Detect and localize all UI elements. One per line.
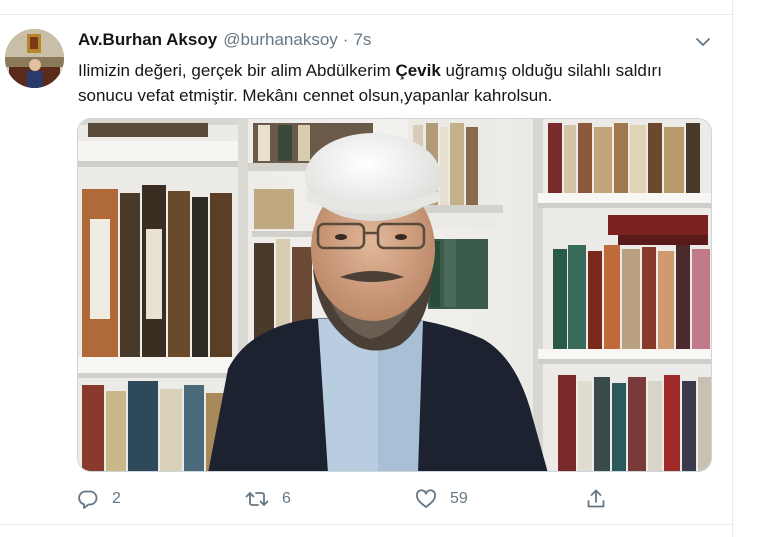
- reply-button[interactable]: 2: [76, 486, 121, 512]
- user-handle[interactable]: @burhanaksoy: [223, 30, 338, 50]
- share-button[interactable]: [584, 486, 608, 512]
- share-icon: [584, 487, 608, 511]
- like-count: 59: [450, 490, 468, 507]
- avatar[interactable]: [5, 29, 64, 88]
- chevron-down-icon[interactable]: [693, 32, 713, 52]
- tweet-card[interactable]: Av.Burhan Aksoy @burhanaksoy · 7s Ilimiz…: [0, 0, 733, 537]
- top-divider: [0, 14, 732, 15]
- tweet-text-bold: Çevik: [395, 61, 441, 80]
- tweet-timestamp[interactable]: 7s: [353, 30, 371, 50]
- heart-icon: [414, 487, 438, 511]
- retweet-icon: [244, 487, 270, 511]
- bottom-divider: [0, 524, 732, 525]
- display-name[interactable]: Av.Burhan Aksoy: [78, 30, 217, 50]
- like-button[interactable]: 59: [414, 486, 468, 512]
- separator-dot: ·: [342, 30, 349, 49]
- tweet-media-photo[interactable]: [77, 118, 712, 472]
- tweet-header: Av.Burhan Aksoy @burhanaksoy · 7s: [78, 30, 371, 52]
- tweet-text: Ilimizin değeri, gerçek bir alim Abdülke…: [78, 58, 698, 108]
- retweet-button[interactable]: 6: [244, 486, 291, 512]
- reply-icon: [76, 487, 100, 511]
- photo-image: [78, 119, 711, 471]
- avatar-image: [5, 29, 64, 88]
- tweet-actions: 2 6 59: [74, 486, 614, 512]
- tweet-text-part1: Ilimizin değeri, gerçek bir alim Abdülke…: [78, 61, 396, 80]
- retweet-count: 6: [282, 490, 291, 507]
- reply-count: 2: [112, 490, 121, 507]
